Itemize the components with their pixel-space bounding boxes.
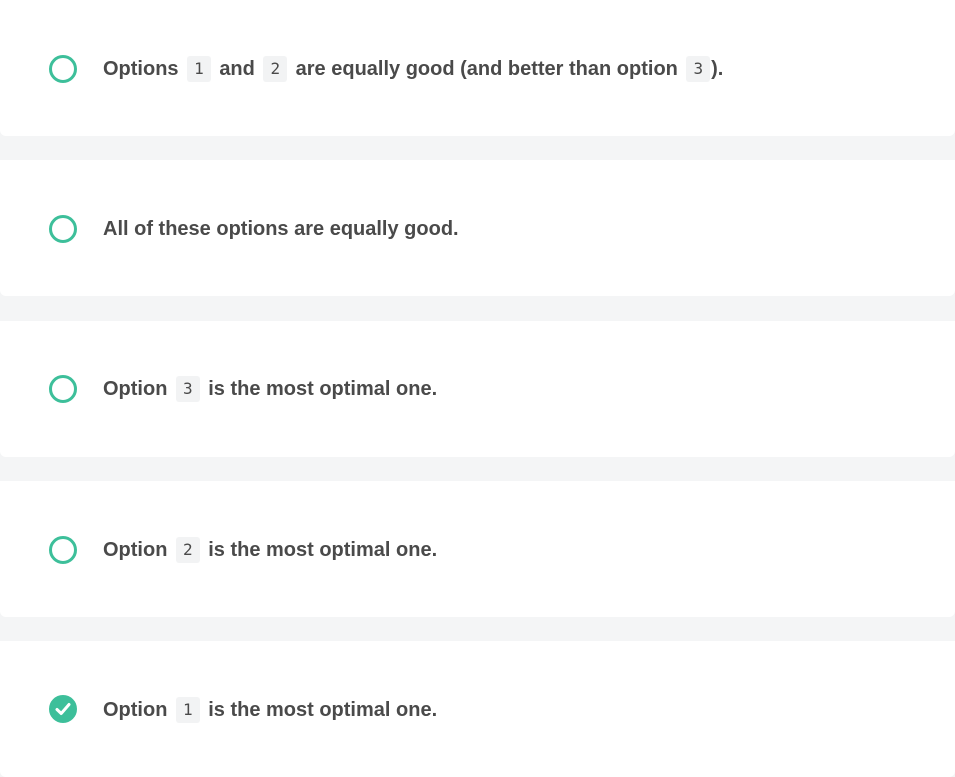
label-text: and — [219, 58, 255, 80]
label-text: Option — [103, 539, 168, 561]
radio-empty-icon[interactable] — [49, 375, 77, 403]
answer-option-4[interactable]: Option 2 is the most optimal one. — [0, 481, 955, 617]
answer-option-label: Option 2 is the most optimal one. — [103, 536, 437, 564]
label-text: Options — [103, 58, 179, 80]
label-text: are equally good (and better than option — [295, 58, 678, 80]
label-text: is the most optimal one. — [208, 378, 438, 400]
answer-option-5[interactable]: Option 1 is the most optimal one. — [0, 641, 955, 777]
answer-option-label: All of these options are equally good. — [103, 218, 459, 240]
radio-empty-icon[interactable] — [49, 536, 77, 564]
answer-option-2[interactable]: All of these options are equally good. — [0, 160, 955, 296]
answer-options-list: Options 1 and 2 are equally good (and be… — [0, 0, 955, 777]
answer-option-1[interactable]: Options 1 and 2 are equally good (and be… — [0, 0, 955, 136]
code-snippet: 1 — [187, 56, 211, 82]
code-snippet: 3 — [176, 376, 200, 402]
radio-empty-icon[interactable] — [49, 55, 77, 83]
checkmark-icon — [55, 703, 71, 715]
answer-option-label: Option 1 is the most optimal one. — [103, 696, 437, 724]
check-circle-icon[interactable] — [49, 695, 77, 723]
label-text: is the most optimal one. — [208, 699, 438, 721]
code-snippet: 2 — [176, 537, 200, 563]
radio-empty-icon[interactable] — [49, 215, 77, 243]
label-text: Option — [103, 378, 168, 400]
answer-option-label: Option 3 is the most optimal one. — [103, 375, 437, 403]
label-text: Option — [103, 699, 168, 721]
label-text: ). — [711, 58, 724, 80]
code-snippet: 1 — [176, 697, 200, 723]
code-snippet: 3 — [686, 56, 711, 82]
label-text: is the most optimal one. — [208, 539, 438, 561]
answer-option-label: Options 1 and 2 are equally good (and be… — [103, 55, 723, 83]
code-snippet: 2 — [263, 56, 288, 82]
answer-option-3[interactable]: Option 3 is the most optimal one. — [0, 321, 955, 457]
